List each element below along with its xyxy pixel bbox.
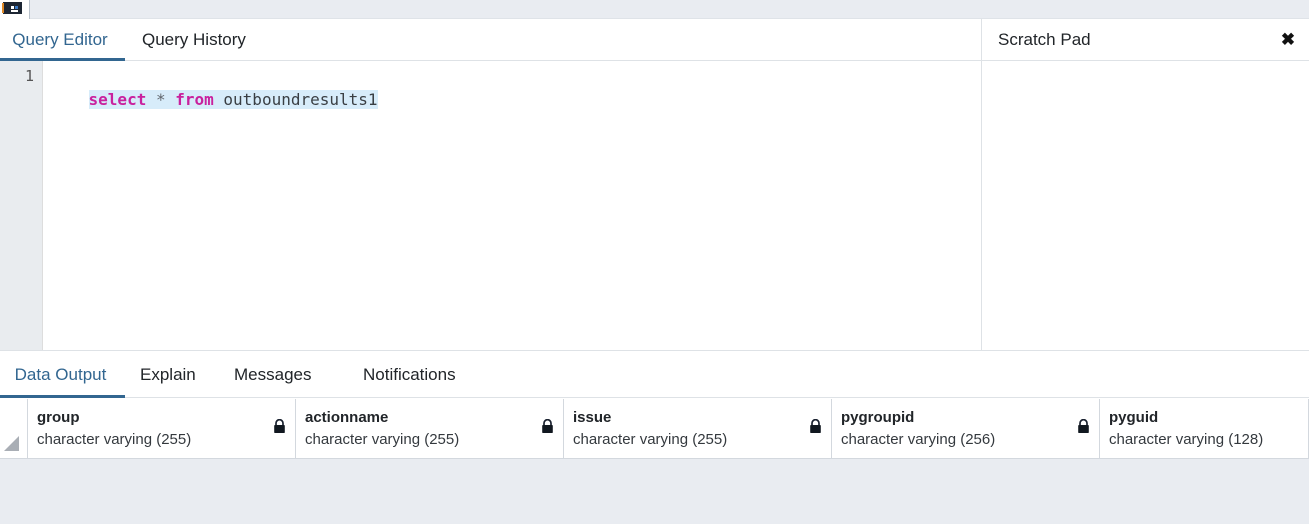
grid-column-name: group bbox=[37, 409, 80, 426]
tab-explain[interactable]: Explain bbox=[140, 352, 196, 398]
app-favicon-icon bbox=[2, 2, 22, 14]
toolbar-divider bbox=[29, 0, 30, 19]
select-all-triangle-icon bbox=[4, 436, 19, 451]
grid-column-name: pyguid bbox=[1109, 409, 1159, 426]
tab-query-editor[interactable]: Query Editor bbox=[0, 19, 125, 61]
output-tabbar: Data Output Explain Messages Notificatio… bbox=[0, 352, 1309, 398]
tab-messages[interactable]: Messages bbox=[234, 352, 311, 398]
grid-column-type: character varying (255) bbox=[305, 431, 460, 448]
sql-operator-star: * bbox=[146, 90, 176, 109]
results-grid-header: group character varying (255) actionname ch… bbox=[0, 399, 1309, 459]
tab-query-history[interactable]: Query History bbox=[142, 19, 246, 61]
sql-keyword-from: from bbox=[175, 90, 214, 109]
lock-icon bbox=[542, 419, 553, 433]
editor-gutter: 1 bbox=[0, 61, 43, 350]
grid-column-name: pygroupid bbox=[841, 409, 915, 426]
line-number: 1 bbox=[24, 67, 34, 85]
lock-icon bbox=[274, 419, 285, 433]
sql-table-name: outboundresults1 bbox=[223, 90, 378, 109]
sql-keyword-select: select bbox=[88, 90, 147, 109]
lock-icon bbox=[810, 419, 821, 433]
grid-column-type: character varying (256) bbox=[841, 431, 996, 448]
select-all-cell[interactable] bbox=[0, 399, 28, 458]
sql-query-line[interactable]: select * from outboundresults1 bbox=[50, 67, 378, 133]
scratch-pad-textarea[interactable] bbox=[981, 61, 1309, 351]
grid-column-header[interactable]: pyguid character varying (128) bbox=[1100, 399, 1309, 458]
app-toolbar-strip bbox=[0, 0, 1309, 19]
sql-editor[interactable]: 1 select * from outboundresults1 bbox=[0, 61, 981, 351]
tab-data-output[interactable]: Data Output bbox=[0, 352, 125, 398]
grid-column-header[interactable]: pygroupid character varying (256) bbox=[832, 399, 1100, 458]
grid-column-name: issue bbox=[573, 409, 612, 426]
close-icon[interactable]: ✖ bbox=[1277, 29, 1299, 51]
grid-column-header[interactable]: group character varying (255) bbox=[28, 399, 296, 458]
scratch-pad-title: Scratch Pad bbox=[998, 30, 1091, 49]
toolbar-left-slot bbox=[0, 0, 29, 19]
grid-column-type: character varying (255) bbox=[37, 431, 192, 448]
grid-column-header[interactable]: issue character varying (255) bbox=[564, 399, 832, 458]
results-grid-body bbox=[0, 459, 1309, 524]
scratch-pad-header: Scratch Pad ✖ bbox=[981, 19, 1309, 61]
query-tool-tabbar: Query Editor Query History bbox=[0, 19, 981, 61]
sql-selection: select * from outboundresults1 bbox=[88, 90, 378, 109]
sql-table-identifier bbox=[214, 90, 224, 109]
grid-column-header[interactable]: actionname character varying (255) bbox=[296, 399, 564, 458]
tab-notifications[interactable]: Notifications bbox=[363, 352, 456, 398]
grid-column-type: character varying (128) bbox=[1109, 431, 1264, 448]
lock-icon bbox=[1078, 419, 1089, 433]
grid-column-type: character varying (255) bbox=[573, 431, 728, 448]
grid-column-name: actionname bbox=[305, 409, 389, 426]
